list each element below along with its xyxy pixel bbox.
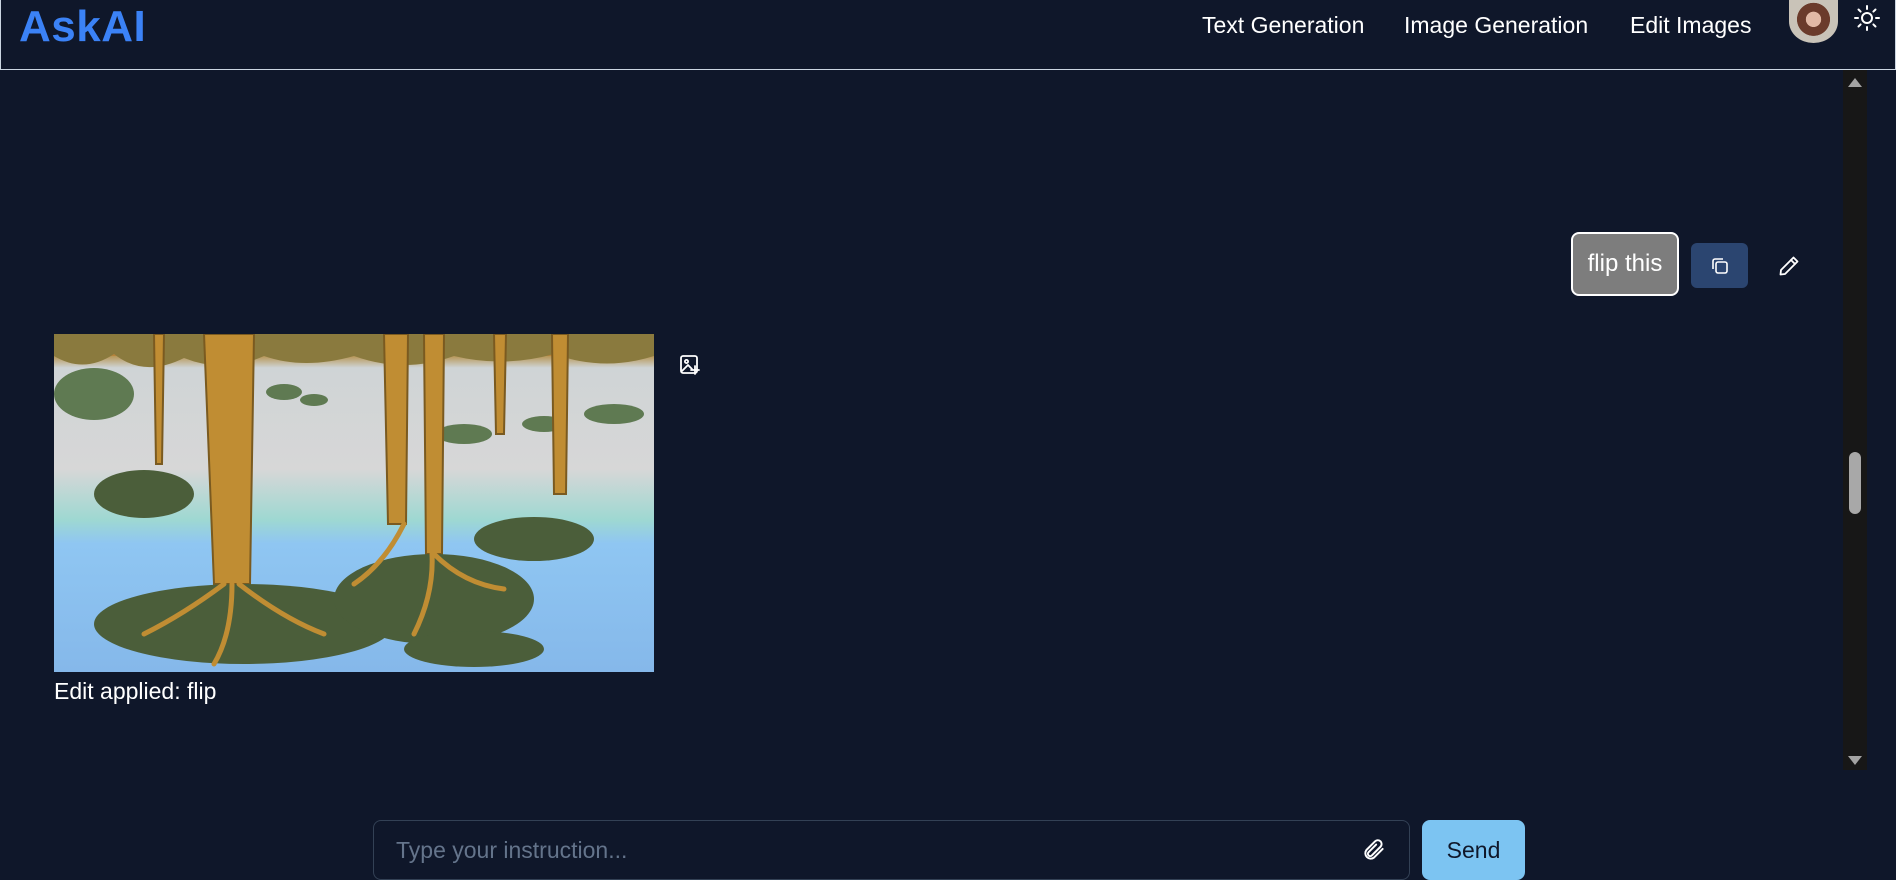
user-avatar[interactable]	[1789, 0, 1838, 43]
paperclip-icon[interactable]	[1361, 837, 1387, 863]
instruction-input-container	[373, 820, 1410, 880]
top-navbar: AskAI Text Generation Image Generation E…	[0, 0, 1896, 70]
user-message-bubble: flip this	[1571, 232, 1679, 296]
instruction-input[interactable]	[396, 835, 1356, 865]
sun-icon[interactable]	[1853, 4, 1881, 32]
nav-text-generation[interactable]: Text Generation	[1202, 12, 1364, 39]
edit-message-button[interactable]	[1774, 251, 1804, 281]
scroll-up-icon[interactable]	[1848, 78, 1862, 87]
scroll-down-icon[interactable]	[1848, 756, 1862, 765]
pencil-icon	[1779, 256, 1799, 276]
nav-image-generation[interactable]: Image Generation	[1404, 12, 1588, 39]
scroll-thumb[interactable]	[1849, 452, 1861, 514]
chat-scrollbar[interactable]	[1843, 70, 1867, 770]
copy-button[interactable]	[1691, 243, 1748, 288]
nav-edit-images[interactable]: Edit Images	[1630, 12, 1751, 39]
copy-icon	[1711, 257, 1728, 274]
app-logo[interactable]: AskAI	[19, 2, 146, 52]
send-button[interactable]: Send	[1422, 820, 1525, 880]
image-edit-icon[interactable]	[678, 353, 702, 377]
edited-image	[54, 334, 654, 672]
edit-result-caption: Edit applied: flip	[54, 678, 217, 704]
